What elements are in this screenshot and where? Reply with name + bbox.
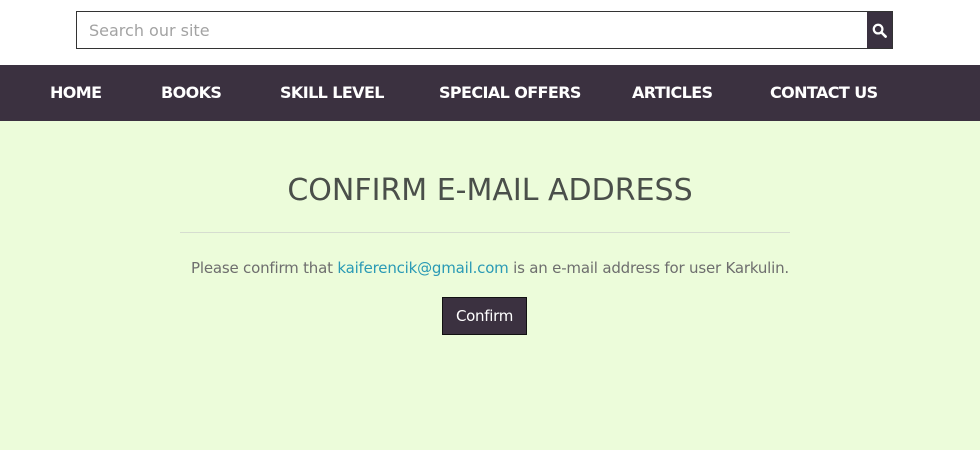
confirm-button[interactable]: Confirm <box>442 297 527 335</box>
search-icon <box>872 23 887 38</box>
title-divider <box>180 232 790 233</box>
main-nav: HOME BOOKS SKILL LEVEL SPECIAL OFFERS AR… <box>0 65 980 121</box>
nav-item-special-offers[interactable]: SPECIAL OFFERS <box>439 65 581 121</box>
search-input[interactable] <box>77 12 867 48</box>
main-content: CONFIRM E-MAIL ADDRESS Please confirm th… <box>0 121 980 450</box>
search-button[interactable] <box>867 12 892 48</box>
site-header <box>0 0 980 65</box>
confirm-message: Please confirm that kaiferencik@gmail.co… <box>0 259 980 277</box>
nav-item-books[interactable]: BOOKS <box>161 65 222 121</box>
nav-item-home[interactable]: HOME <box>50 65 102 121</box>
message-suffix: is an e-mail address for user Karkulin. <box>508 259 789 277</box>
page-title: CONFIRM E-MAIL ADDRESS <box>287 173 693 208</box>
search-bar <box>76 11 893 49</box>
message-prefix: Please confirm that <box>191 259 338 277</box>
email-link[interactable]: kaiferencik@gmail.com <box>337 259 508 277</box>
nav-item-skill-level[interactable]: SKILL LEVEL <box>280 65 384 121</box>
nav-item-contact-us[interactable]: CONTACT US <box>770 65 878 121</box>
nav-item-articles[interactable]: ARTICLES <box>632 65 713 121</box>
